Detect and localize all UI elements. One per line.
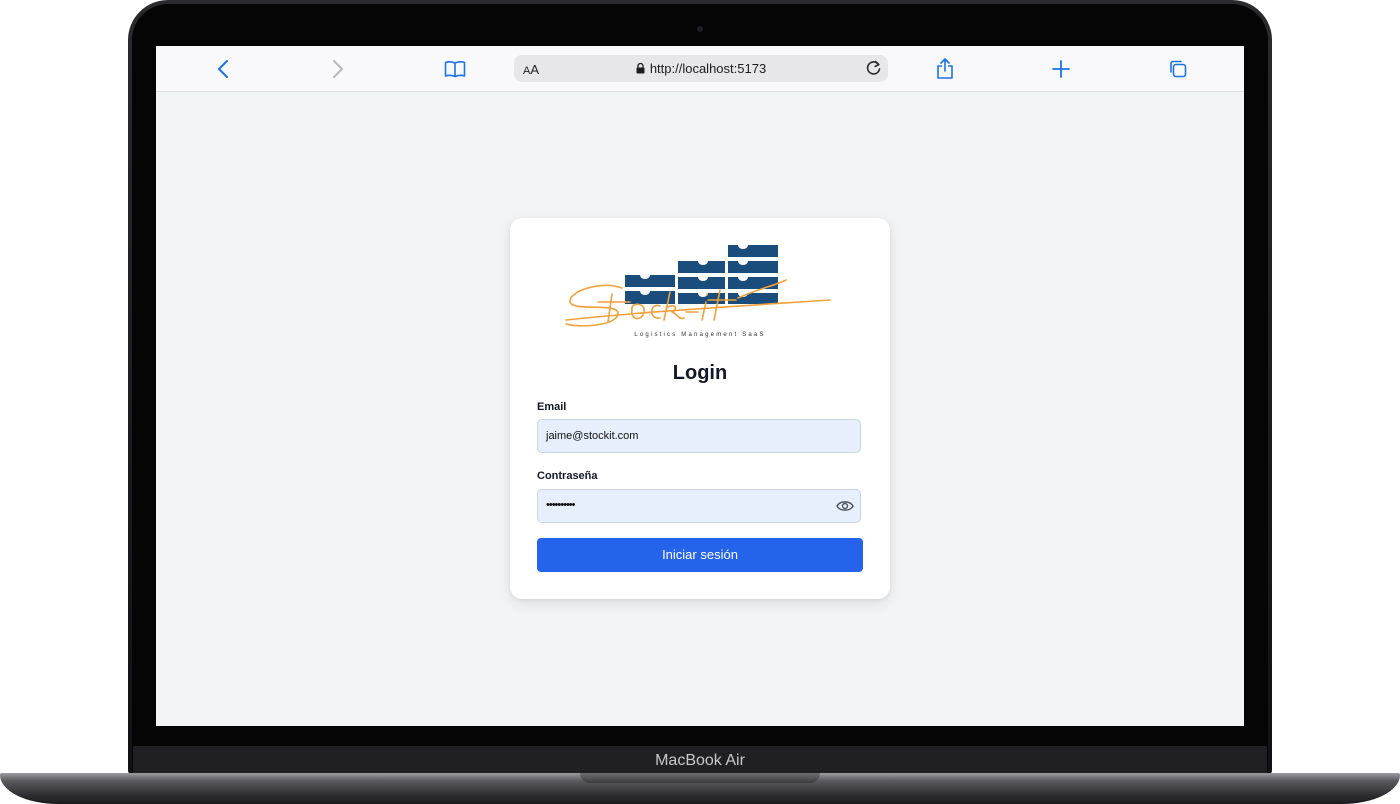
device-label: MacBook Air (655, 752, 745, 769)
login-card: Logistics Management SaaS Login Email ja… (510, 218, 890, 599)
email-field[interactable]: jaime@stockit.com (537, 419, 861, 453)
camera-icon (697, 26, 703, 32)
stockit-logo: Logistics Management SaaS (565, 245, 831, 338)
url-text: http://localhost:5173 (649, 61, 767, 76)
reload-icon[interactable] (864, 58, 884, 78)
tabs-overview-icon[interactable] (1166, 57, 1190, 81)
address-bar[interactable]: AAAA http://localhost:5173 (514, 55, 888, 82)
laptop-chin: MacBook Air (133, 746, 1267, 776)
laptop-hinge-notch (580, 773, 820, 783)
password-label: Contraseña (537, 470, 598, 482)
login-title: Login (672, 362, 728, 384)
laptop-mockup: AAAA http://localhost:5173 (0, 0, 1400, 804)
url-display[interactable]: http://localhost:5173 (514, 61, 888, 76)
back-icon[interactable] (211, 57, 235, 81)
new-tab-icon[interactable] (1049, 57, 1073, 81)
browser-toolbar: AAAA http://localhost:5173 (156, 46, 1244, 92)
email-value: jaime@stockit.com (546, 430, 639, 442)
logo-tagline: Logistics Management SaaS (634, 332, 765, 338)
forward-icon[interactable] (326, 57, 350, 81)
eye-icon[interactable] (836, 499, 854, 513)
login-submit-button[interactable]: Iniciar sesión (537, 538, 863, 572)
password-field[interactable]: •••••••••• (537, 489, 861, 523)
bookmarks-icon[interactable] (443, 57, 467, 81)
share-icon[interactable] (933, 57, 957, 81)
email-label: Email (537, 401, 567, 413)
lock-icon (636, 63, 645, 74)
browser-screen: AAAA http://localhost:5173 (156, 46, 1244, 726)
password-value: •••••••••• (546, 499, 575, 511)
